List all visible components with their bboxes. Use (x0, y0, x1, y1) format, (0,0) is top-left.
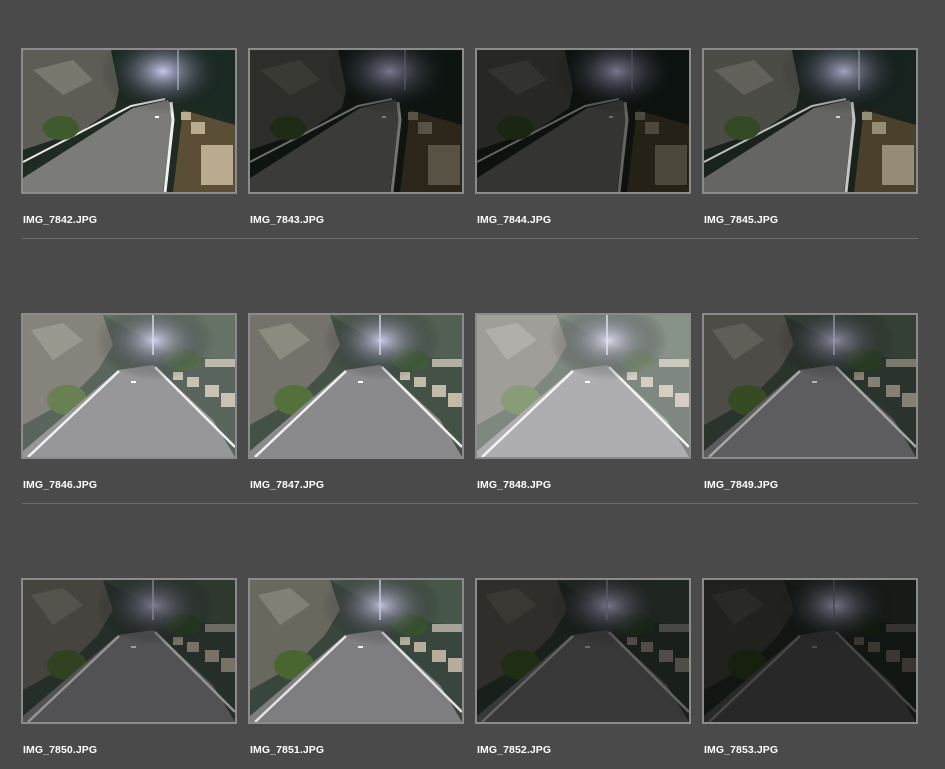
road-photo (704, 315, 916, 457)
row-divider (22, 503, 918, 504)
road-photo (477, 50, 689, 192)
road-photo (23, 50, 235, 192)
road-photo (477, 315, 689, 457)
thumbnail-filename: IMG_7847.JPG (250, 479, 325, 491)
road-photo (23, 580, 235, 722)
thumbnail-filename: IMG_7842.JPG (23, 214, 98, 226)
thumbnail-image[interactable] (702, 313, 918, 459)
thumbnail-image[interactable] (248, 48, 464, 194)
thumbnail-image[interactable] (702, 48, 918, 194)
road-photo (704, 50, 916, 192)
row-divider (22, 238, 918, 239)
thumbnail-image[interactable] (248, 578, 464, 724)
thumbnail-image[interactable] (21, 578, 237, 724)
road-photo (23, 315, 235, 457)
thumbnail-filename: IMG_7852.JPG (477, 744, 552, 756)
image-browser: IMG_7842.JPG IMG_7843.JPG IMG_7844.JPG I… (0, 0, 945, 769)
thumbnail-filename: IMG_7848.JPG (477, 479, 552, 491)
road-photo (250, 580, 462, 722)
thumbnail-filename: IMG_7843.JPG (250, 214, 325, 226)
thumbnail-image[interactable] (475, 313, 691, 459)
road-photo (250, 315, 462, 457)
thumbnail-filename: IMG_7846.JPG (23, 479, 98, 491)
thumbnail-image[interactable] (702, 578, 918, 724)
thumbnail-filename: IMG_7849.JPG (704, 479, 779, 491)
thumbnail-filename: IMG_7844.JPG (477, 214, 552, 226)
road-photo (250, 50, 462, 192)
thumbnail-image[interactable] (21, 48, 237, 194)
thumbnail-filename: IMG_7853.JPG (704, 744, 779, 756)
thumbnail-filename: IMG_7851.JPG (250, 744, 325, 756)
road-photo (704, 580, 916, 722)
thumbnail-image[interactable] (248, 313, 464, 459)
thumbnail-filename: IMG_7845.JPG (704, 214, 779, 226)
thumbnail-image[interactable] (21, 313, 237, 459)
thumbnail-image[interactable] (475, 578, 691, 724)
road-photo (477, 580, 689, 722)
thumbnail-filename: IMG_7850.JPG (23, 744, 98, 756)
thumbnail-image[interactable] (475, 48, 691, 194)
